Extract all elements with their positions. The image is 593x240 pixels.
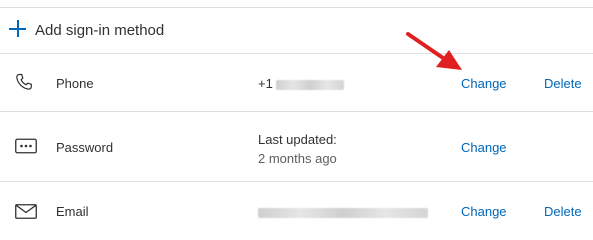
- redacted-phone-number: [275, 79, 344, 90]
- last-updated-value: 2 months ago: [258, 151, 337, 166]
- method-name-password: Password: [56, 140, 114, 155]
- email-address: [258, 204, 428, 219]
- method-row-password: Password Last updated: 2 months ago Chan…: [0, 111, 593, 181]
- add-sign-in-method-label: Add sign-in method: [35, 22, 165, 39]
- password-icon: [15, 138, 37, 159]
- change-phone-link[interactable]: Change: [461, 76, 507, 91]
- red-arrow-icon: [406, 32, 462, 70]
- delete-email-link[interactable]: Delete: [544, 204, 582, 219]
- change-email-link[interactable]: Change: [461, 204, 507, 219]
- last-updated-label: Last updated:: [258, 132, 337, 147]
- method-name-phone: Phone: [56, 76, 94, 91]
- password-last-updated: Last updated: 2 months ago: [258, 132, 337, 166]
- delete-phone-link[interactable]: Delete: [544, 76, 582, 91]
- phone-icon: [15, 73, 33, 96]
- add-sign-in-method-button[interactable]: Add sign-in method: [0, 8, 593, 53]
- phone-number: +1: [258, 76, 344, 91]
- method-row-email: Email Change Delete: [0, 181, 593, 239]
- mail-icon: [15, 204, 37, 224]
- method-row-phone: Phone +1 Change Delete: [0, 53, 593, 111]
- redacted-email-address: [258, 207, 428, 218]
- method-name-email: Email: [56, 204, 89, 219]
- change-password-link[interactable]: Change: [461, 140, 507, 155]
- plus-icon: [9, 20, 26, 37]
